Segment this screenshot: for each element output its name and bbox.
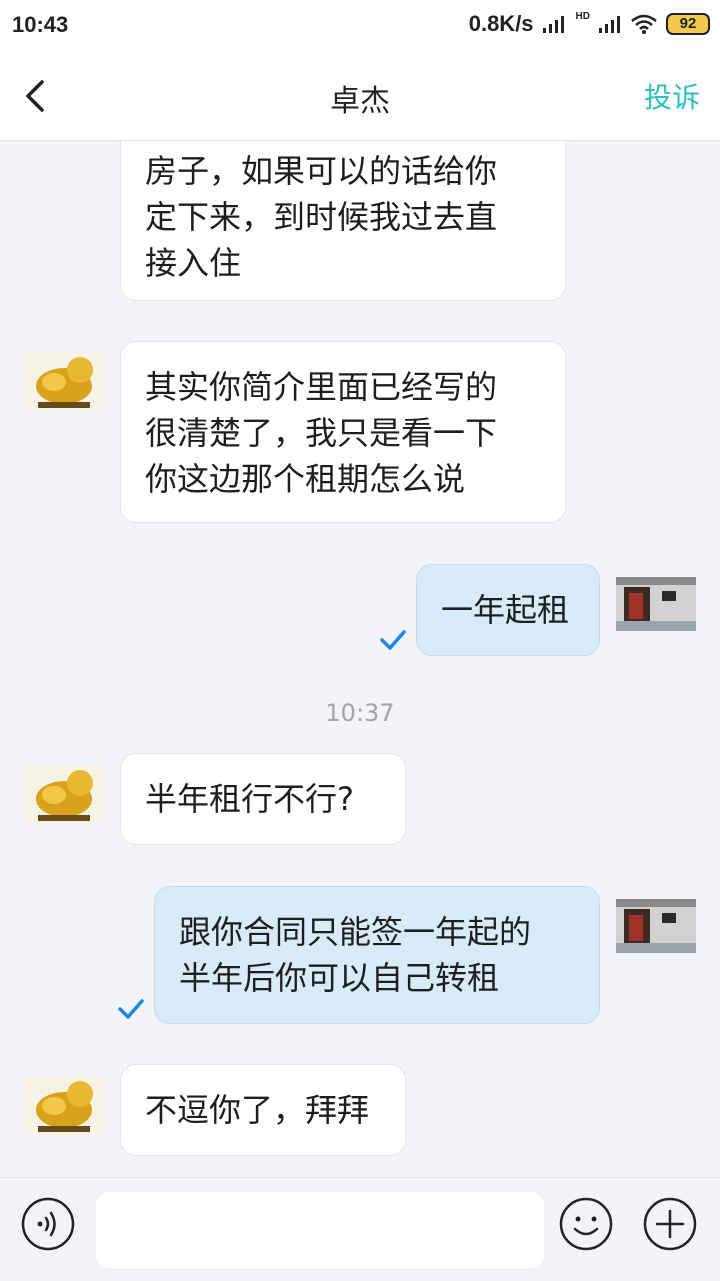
- message-bubble-incoming[interactable]: 半年租行不行?: [120, 753, 406, 845]
- status-bar: 10:43 0.8K/s HD 92: [0, 0, 720, 52]
- message-line: 定下来，到时候我过去直: [145, 198, 498, 236]
- signal-icon: [542, 16, 564, 33]
- network-speed: 0.8K/s: [468, 11, 534, 36]
- message-line: 房子，如果可以的话给你: [145, 152, 498, 190]
- message-line: 你这边那个租期怎么说: [145, 460, 466, 498]
- voice-icon[interactable]: [20, 1196, 76, 1252]
- message-bubble-outgoing[interactable]: 跟你合同只能签一年起的 半年后你可以自己转租: [154, 886, 600, 1024]
- chat-header: 卓杰 投诉: [0, 52, 720, 141]
- page-title: 卓杰: [330, 84, 390, 119]
- status-indicators: 0.8K/s HD 92: [469, 11, 710, 37]
- battery-icon: 92: [666, 13, 710, 35]
- message-timestamp: 10:37: [325, 699, 395, 727]
- message-bubble-outgoing[interactable]: 一年起租: [416, 564, 600, 656]
- message-line: 一年起租: [441, 591, 570, 629]
- message-line: 很清楚了，我只是看一下: [145, 414, 498, 452]
- avatar-contact[interactable]: [24, 1076, 104, 1134]
- message-line: 跟你合同只能签一年起的: [179, 913, 532, 951]
- message-bubble-incoming[interactable]: 房子，如果可以的话给你 定下来，到时候我过去直 接入住: [120, 141, 566, 301]
- plus-icon[interactable]: [642, 1196, 698, 1252]
- message-line: 其实你简介里面已经写的: [145, 368, 498, 406]
- message-input[interactable]: [96, 1192, 544, 1268]
- read-check-icon: [118, 999, 144, 1019]
- avatar-self[interactable]: [616, 899, 696, 953]
- message-bubble-incoming[interactable]: 其实你简介里面已经写的 很清楚了，我只是看一下 你这边那个租期怎么说: [120, 341, 566, 523]
- avatar-self[interactable]: [616, 577, 696, 631]
- message-line: 半年租行不行?: [145, 780, 354, 818]
- message-line: 半年后你可以自己转租: [179, 959, 500, 997]
- avatar-contact[interactable]: [24, 352, 104, 410]
- message-line: 接入住: [145, 244, 242, 282]
- read-check-icon: [380, 630, 406, 650]
- message-list[interactable]: 房子，如果可以的话给你 定下来，到时候我过去直 接入住 其实你简介里面已经写的 …: [0, 141, 720, 1177]
- avatar-contact[interactable]: [24, 765, 104, 823]
- signal-icon-2: [599, 16, 620, 33]
- status-time: 10:43: [12, 12, 69, 37]
- input-bar: [0, 1177, 720, 1281]
- wifi-icon: [631, 14, 657, 34]
- complain-button[interactable]: 投诉: [644, 76, 700, 116]
- message-line: 不逗你了，拜拜: [145, 1091, 370, 1129]
- message-bubble-incoming[interactable]: 不逗你了，拜拜: [120, 1064, 406, 1156]
- emoji-icon[interactable]: [558, 1196, 614, 1252]
- network-type: HD: [575, 10, 590, 22]
